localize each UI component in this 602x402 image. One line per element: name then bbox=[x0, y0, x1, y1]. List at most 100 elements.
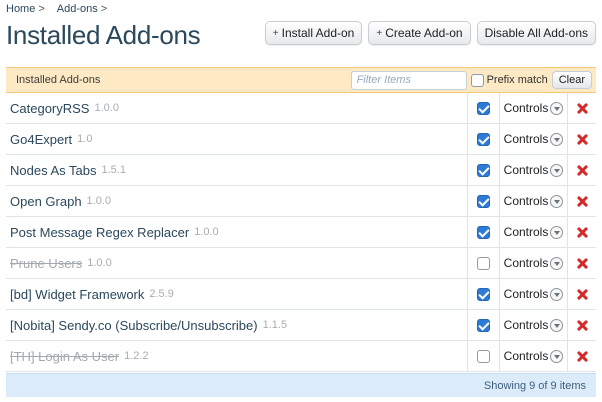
addon-delete-cell bbox=[568, 155, 596, 185]
addon-row: [Nobita] Sendy.co (Subscribe/Unsubscribe… bbox=[6, 310, 596, 341]
addon-controls-menu[interactable]: Controls bbox=[500, 186, 568, 216]
addon-controls-menu[interactable]: Controls bbox=[500, 124, 568, 154]
prefix-match-toggle[interactable]: Prefix match bbox=[470, 73, 548, 87]
list-header-title: Installed Add-ons bbox=[16, 74, 101, 86]
controls-label: Controls bbox=[503, 194, 549, 208]
delete-icon[interactable] bbox=[576, 319, 589, 332]
filter-input[interactable] bbox=[350, 70, 467, 90]
breadcrumb-separator: > bbox=[100, 3, 108, 15]
addon-delete-cell bbox=[568, 341, 596, 371]
addon-enable-checkbox[interactable] bbox=[477, 163, 490, 177]
chevron-down-icon bbox=[550, 318, 564, 332]
addon-name-link[interactable]: Open Graph bbox=[10, 194, 82, 209]
chevron-down-icon bbox=[550, 349, 564, 363]
create-addon-button[interactable]: + Create Add-on bbox=[368, 21, 471, 45]
addon-name-link[interactable]: CategoryRSS bbox=[10, 101, 89, 116]
addon-name-link[interactable]: Go4Expert bbox=[10, 132, 72, 147]
addon-enable-checkbox[interactable] bbox=[477, 101, 490, 115]
addon-row: [bd] Widget Framework 2.5.9 Controls bbox=[6, 279, 596, 310]
controls-label: Controls bbox=[503, 349, 549, 363]
controls-label: Controls bbox=[503, 225, 549, 239]
delete-icon[interactable] bbox=[576, 226, 589, 239]
addon-delete-cell bbox=[568, 217, 596, 247]
addon-name-cell: Prune Users 1.0.0 bbox=[6, 248, 468, 278]
controls-label: Controls bbox=[503, 101, 549, 115]
delete-icon[interactable] bbox=[576, 195, 589, 208]
addon-controls-menu[interactable]: Controls bbox=[500, 279, 568, 309]
clear-filter-button[interactable]: Clear bbox=[551, 71, 592, 89]
addon-name-cell: CategoryRSS 1.0.0 bbox=[6, 93, 468, 123]
addon-name-link[interactable]: [TH] Login As User bbox=[10, 349, 119, 364]
list-header: Installed Add-ons Prefix match Clear bbox=[6, 67, 596, 93]
plus-icon: + bbox=[272, 27, 279, 39]
addon-row: Prune Users 1.0.0 Controls bbox=[6, 248, 596, 279]
controls-label: Controls bbox=[503, 287, 549, 301]
delete-icon[interactable] bbox=[576, 350, 589, 363]
addon-name-cell: Nodes As Tabs 1.5.1 bbox=[6, 155, 468, 185]
disable-all-label: Disable All Add-ons bbox=[484, 26, 588, 40]
breadcrumb: Home > Add-ons > bbox=[6, 3, 119, 15]
addon-version: 1.0.0 bbox=[87, 257, 112, 269]
addon-name-cell: Open Graph 1.0.0 bbox=[6, 186, 468, 216]
addon-enable-checkbox[interactable] bbox=[477, 318, 490, 332]
addon-row: Open Graph 1.0.0 Controls bbox=[6, 186, 596, 217]
addon-row: Go4Expert 1.0 Controls bbox=[6, 124, 596, 155]
addon-enable-cell bbox=[468, 248, 500, 278]
delete-icon[interactable] bbox=[576, 164, 589, 177]
delete-icon[interactable] bbox=[576, 133, 589, 146]
addon-name-link[interactable]: Post Message Regex Replacer bbox=[10, 225, 189, 240]
addon-controls-menu[interactable]: Controls bbox=[500, 310, 568, 340]
disable-all-addons-button[interactable]: Disable All Add-ons bbox=[476, 21, 596, 45]
addon-row: [TH] Login As User 1.2.2 Controls bbox=[6, 341, 596, 372]
chevron-down-icon bbox=[550, 194, 564, 208]
addon-controls-menu[interactable]: Controls bbox=[500, 341, 568, 371]
breadcrumb-addons[interactable]: Add-ons bbox=[57, 3, 98, 15]
addon-name-link[interactable]: Nodes As Tabs bbox=[10, 163, 96, 178]
addon-enable-checkbox[interactable] bbox=[477, 132, 490, 146]
addon-version: 1.0.0 bbox=[194, 226, 219, 238]
addon-delete-cell bbox=[568, 279, 596, 309]
addon-enable-checkbox[interactable] bbox=[477, 225, 490, 239]
breadcrumb-home[interactable]: Home bbox=[6, 3, 35, 15]
prefix-match-checkbox[interactable] bbox=[470, 73, 484, 87]
addon-enable-cell bbox=[468, 186, 500, 216]
chevron-down-icon bbox=[550, 132, 564, 146]
addon-name-cell: [bd] Widget Framework 2.5.9 bbox=[6, 279, 468, 309]
addon-controls-menu[interactable]: Controls bbox=[500, 248, 568, 278]
addon-delete-cell bbox=[568, 124, 596, 154]
addon-row: CategoryRSS 1.0.0 Controls bbox=[6, 93, 596, 124]
install-addon-button[interactable]: + Install Add-on bbox=[264, 21, 363, 45]
addon-enable-checkbox[interactable] bbox=[477, 287, 490, 301]
addon-name-cell: [Nobita] Sendy.co (Subscribe/Unsubscribe… bbox=[6, 310, 468, 340]
addon-delete-cell bbox=[568, 310, 596, 340]
item-count: Showing 9 of 9 items bbox=[483, 379, 586, 392]
delete-icon[interactable] bbox=[576, 288, 589, 301]
addon-version: 1.1.5 bbox=[262, 319, 288, 331]
addon-enable-cell bbox=[468, 217, 500, 247]
install-addon-label: Install Add-on bbox=[281, 26, 355, 40]
controls-label: Controls bbox=[503, 318, 549, 332]
addon-name-cell: Post Message Regex Replacer 1.0.0 bbox=[6, 217, 468, 247]
addon-version: 1.2.2 bbox=[124, 350, 149, 362]
addon-controls-menu[interactable]: Controls bbox=[500, 155, 568, 185]
delete-icon[interactable] bbox=[576, 257, 589, 270]
delete-icon[interactable] bbox=[576, 102, 589, 115]
addon-name-link[interactable]: [bd] Widget Framework bbox=[10, 287, 144, 302]
plus-icon: + bbox=[376, 27, 383, 39]
breadcrumb-separator: > bbox=[38, 3, 45, 15]
addon-enable-cell bbox=[468, 279, 500, 309]
addon-version: 1.5.1 bbox=[101, 164, 126, 176]
addon-enable-checkbox[interactable] bbox=[477, 349, 490, 363]
addon-controls-menu[interactable]: Controls bbox=[500, 217, 568, 247]
addon-enable-cell bbox=[468, 155, 500, 185]
addon-name-link[interactable]: [Nobita] Sendy.co (Subscribe/Unsubscribe… bbox=[10, 318, 258, 333]
chevron-down-icon bbox=[550, 287, 564, 301]
addon-version: 1.0.0 bbox=[86, 195, 112, 207]
addon-controls-menu[interactable]: Controls bbox=[500, 93, 568, 123]
addon-enable-checkbox[interactable] bbox=[477, 194, 490, 208]
addon-enable-checkbox[interactable] bbox=[477, 256, 490, 270]
chevron-down-icon bbox=[550, 225, 564, 239]
addon-version: 1.0.0 bbox=[94, 102, 119, 114]
addon-name-link[interactable]: Prune Users bbox=[10, 256, 82, 271]
list-footer: Showing 9 of 9 items bbox=[6, 373, 596, 397]
